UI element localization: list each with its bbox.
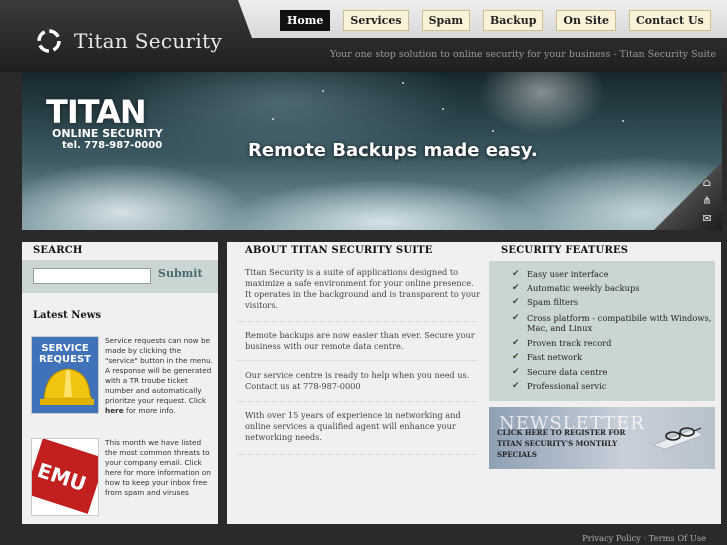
banner-headline: Remote Backups made easy. — [248, 140, 538, 161]
search-box: Submit — [22, 260, 218, 293]
news-link-here[interactable]: here — [105, 406, 124, 415]
tagline: Your one stop solution to online securit… — [330, 49, 717, 60]
check-icon: ✔ — [512, 313, 520, 323]
features-list: ✔ Easy user interface ✔ Automatic weekly b… — [489, 261, 715, 401]
feature-item: ✔ Secure data centre — [512, 367, 713, 377]
star — [492, 130, 494, 132]
feature-item: ✔ Professional servic — [512, 381, 713, 391]
terms-of-use-link[interactable]: Terms Of Use — [649, 533, 706, 543]
email-threat-icon: EMU — [24, 438, 106, 515]
news-text-email[interactable]: This month we have listed the most commo… — [105, 438, 215, 498]
about-paragraph: With over 15 years of experience in netw… — [245, 410, 461, 442]
about-paragraph: Titan Security is a suite of application… — [245, 267, 481, 310]
about-paragraph: Remote backups are now easier than ever.… — [245, 330, 475, 351]
feature-label: Automatic weekly backups — [527, 283, 640, 293]
nav-on-site[interactable]: On Site — [556, 10, 617, 31]
check-icon: ✔ — [512, 269, 520, 279]
features-heading: SECURITY FEATURES — [501, 245, 629, 256]
news-text-service: Service requests can now be made by clic… — [105, 336, 215, 416]
home-icon[interactable]: ⌂ — [700, 176, 714, 190]
about-divider — [237, 401, 477, 402]
feature-label: Secure data centre — [527, 367, 608, 377]
search-input[interactable] — [33, 268, 151, 284]
star — [272, 118, 274, 120]
feature-item: ✔ Easy user interface — [512, 269, 713, 279]
feature-item: ✔ Spam filters — [512, 297, 713, 307]
check-icon: ✔ — [512, 367, 520, 377]
about-divider — [237, 360, 477, 361]
thumb-label-service: SERVICE — [41, 343, 89, 354]
about-paragraph: Our service centre is ready to help when… — [245, 370, 470, 391]
email-threats-thumb[interactable]: EMU — [24, 438, 106, 516]
main-nav: Home Services Spam Backup On Site Contac… — [280, 10, 711, 31]
contact-icon[interactable]: ✉ — [700, 212, 714, 226]
star — [442, 108, 444, 110]
about-divider — [237, 321, 477, 322]
hard-hat-icon: SERVICE REQUEST — [32, 337, 98, 413]
thumb-label-request: REQUEST — [39, 354, 91, 365]
feature-label: Professional servic — [527, 381, 607, 391]
features-column: SECURITY FEATURES ✔ Easy user interface ✔… — [483, 242, 721, 524]
check-icon: ✔ — [512, 297, 520, 307]
left-column: SEARCH Submit Latest News SERVICE REQUES… — [22, 242, 218, 524]
brand-title: TITAN — [46, 93, 147, 131]
footer-links: Privacy Policy · Terms Of Use — [582, 533, 706, 543]
nav-contact-us[interactable]: Contact Us — [629, 10, 711, 31]
feature-label: Proven track record — [527, 338, 612, 348]
privacy-policy-link[interactable]: Privacy Policy — [582, 533, 641, 543]
feature-item: ✔ Automatic weekly backups — [512, 283, 713, 293]
feature-item: ✔ Fast network — [512, 352, 713, 362]
newsletter-banner[interactable]: NEWSLETTER CLICK HERE TO REGISTER FOR TI… — [489, 407, 715, 469]
feature-item: ✔ Cross platform - compatibile with Windo… — [512, 313, 713, 333]
nav-spam[interactable]: Spam — [421, 10, 470, 31]
hero-banner: TITAN ONLINE SECURITY tel. 778-987-0000 … — [22, 72, 722, 230]
search-submit-button[interactable]: Submit — [158, 267, 203, 280]
feature-label: Easy user interface — [527, 269, 609, 279]
nav-home[interactable]: Home — [280, 10, 331, 31]
check-icon: ✔ — [512, 352, 520, 362]
feature-item: ✔ Proven track record — [512, 338, 713, 348]
brand-subtitle: ONLINE SECURITY — [52, 127, 163, 140]
feature-label: Fast network — [527, 352, 583, 362]
star — [402, 82, 404, 84]
logo-text: Titan Security — [74, 29, 223, 53]
site-logo[interactable]: Titan Security — [34, 26, 222, 56]
service-request-thumb[interactable]: SERVICE REQUEST — [31, 336, 99, 414]
banner-brand: TITAN ONLINE SECURITY tel. 778-987-0000 — [46, 96, 163, 152]
news-text-service-tail: for more info. — [123, 406, 176, 415]
check-icon: ✔ — [512, 283, 520, 293]
logo-ring-icon — [37, 29, 61, 53]
curl-icon-list: ⌂ ⋔ ✉ — [696, 172, 720, 228]
search-heading: SEARCH — [33, 245, 83, 256]
star — [622, 120, 624, 122]
newsletter-cta: CLICK HERE TO REGISTER FOR TITAN SECURIT… — [497, 428, 626, 459]
about-column: ABOUT TITAN SECURITY SUITE Titan Securit… — [227, 242, 483, 524]
nav-backup[interactable]: Backup — [482, 10, 544, 31]
footer-separator: · — [640, 533, 649, 543]
sitemap-icon[interactable]: ⋔ — [700, 194, 714, 208]
about-heading: ABOUT TITAN SECURITY SUITE — [245, 245, 433, 256]
about-divider — [237, 454, 477, 455]
news-heading: Latest News — [33, 310, 101, 321]
brand-phone: tel. 778-987-0000 — [62, 140, 163, 151]
nav-services[interactable]: Services — [343, 10, 409, 31]
star — [322, 90, 324, 92]
feature-label: Spam filters — [527, 297, 579, 307]
news-text-service-body: Service requests can now be made by clic… — [105, 336, 213, 405]
feature-label: Cross platform - compatibile with Window… — [527, 313, 712, 333]
check-icon: ✔ — [512, 338, 520, 348]
check-icon: ✔ — [512, 381, 520, 391]
glasses-icon — [653, 427, 703, 449]
